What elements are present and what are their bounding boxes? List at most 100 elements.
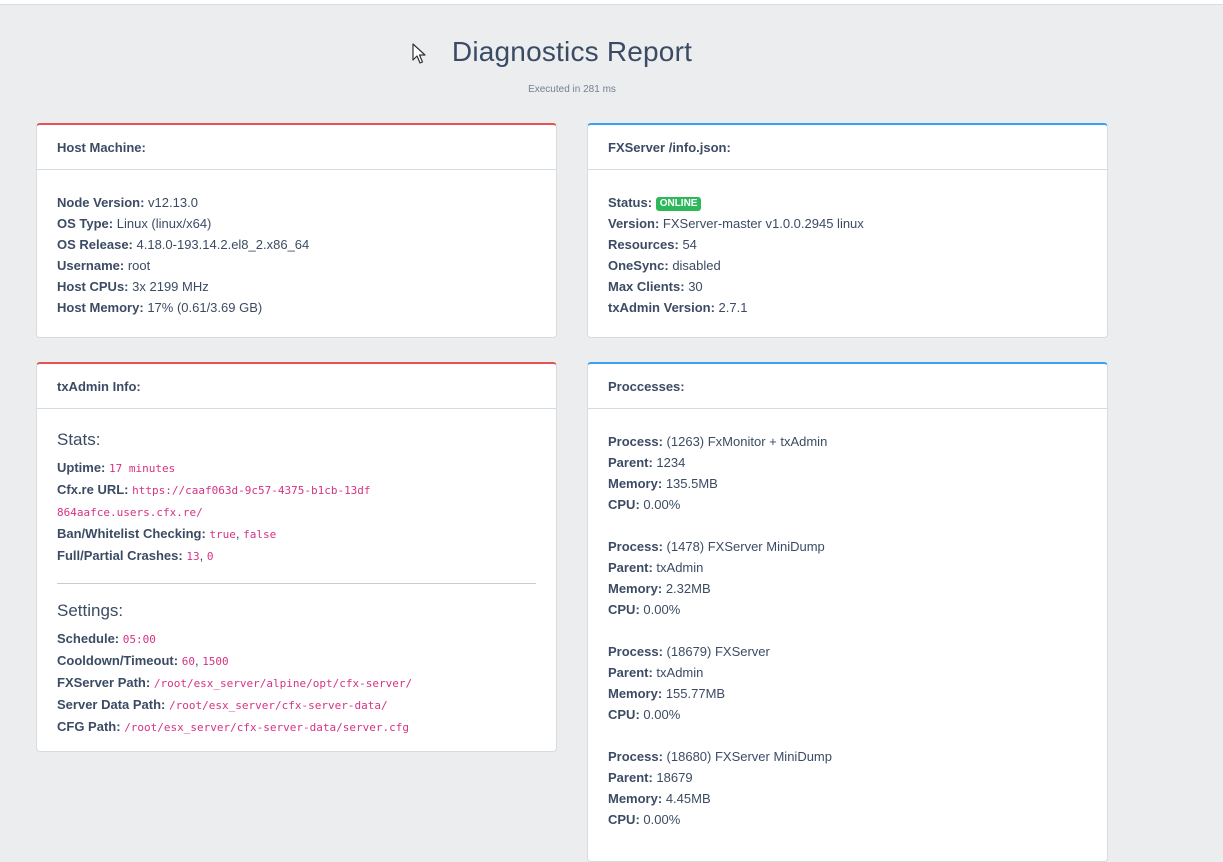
processes-body: Process: (1263) FxMonitor + txAdmin Pare…	[588, 409, 1107, 861]
uptime-row: Uptime: 17 minutes	[57, 457, 536, 479]
cfx-url-row: Cfx.re URL: https://caaf063d-9c57-4375-b…	[57, 479, 377, 523]
resources-row: Resources: 54	[608, 234, 1087, 255]
resources-value: 54	[682, 237, 697, 252]
host-memory-value: 17% (0.61/3.69 GB)	[147, 300, 263, 315]
section-divider	[57, 583, 536, 584]
memory-value: 2.32MB	[665, 581, 711, 596]
username-label: Username:	[57, 258, 125, 273]
cfg-path-value: /root/esx_server/cfx-server-data/server.…	[124, 721, 409, 734]
parent-value: 1234	[656, 455, 686, 470]
timeout-value: 1500	[202, 655, 229, 668]
os-release-label: OS Release:	[57, 237, 133, 252]
version-value: FXServer-master v1.0.0.2945 linux	[662, 216, 864, 231]
version-row: Version: FXServer-master v1.0.0.2945 lin…	[608, 213, 1087, 234]
cpu-row: CPU: 0.00%	[608, 704, 1087, 725]
version-label: Version:	[608, 216, 660, 231]
process-row: Process: (18679) FXServer	[608, 641, 1087, 662]
fxserver-info-body: Status: ONLINE Version: FXServer-master …	[588, 170, 1107, 328]
fxserver-info-header: FXServer /info.json:	[588, 125, 1107, 170]
uptime-value: 17 minutes	[109, 462, 176, 475]
process-value: (1263) FxMonitor + txAdmin	[666, 434, 828, 449]
process-item: Process: (1478) FXServer MiniDump Parent…	[608, 536, 1087, 620]
process-item: Process: (18679) FXServer Parent: txAdmi…	[608, 641, 1087, 725]
process-label: Process:	[608, 434, 663, 449]
resources-label: Resources:	[608, 237, 679, 252]
os-type-row: OS Type: Linux (linux/x64)	[57, 213, 536, 234]
cooldown-value: 60	[181, 655, 195, 668]
host-memory-row: Host Memory: 17% (0.61/3.69 GB)	[57, 297, 536, 318]
fxserver-path-row: FXServer Path: /root/esx_server/alpine/o…	[57, 672, 536, 694]
settings-heading: Settings:	[57, 601, 124, 620]
process-label: Process:	[608, 539, 663, 554]
whitelist-checking-value: false	[243, 528, 277, 541]
cpu-row: CPU: 0.00%	[608, 599, 1087, 620]
process-value: (18680) FXServer MiniDump	[666, 749, 832, 764]
process-label: Process:	[608, 749, 663, 764]
server-data-path-label: Server Data Path:	[57, 697, 166, 712]
process-row: Process: (18680) FXServer MiniDump	[608, 746, 1087, 767]
cpu-label: CPU:	[608, 812, 640, 827]
memory-value: 4.45MB	[665, 791, 711, 806]
host-cpus-label: Host CPUs:	[57, 279, 129, 294]
stats-heading: Stats:	[57, 430, 101, 449]
parent-label: Parent:	[608, 560, 653, 575]
host-cpus-row: Host CPUs: 3x 2199 MHz	[57, 276, 536, 297]
memory-value: 155.77MB	[665, 686, 726, 701]
cpu-label: CPU:	[608, 707, 640, 722]
txadmin-version-value: 2.7.1	[718, 300, 748, 315]
cfg-path-label: CFG Path:	[57, 719, 121, 734]
os-type-value: Linux (linux/x64)	[116, 216, 212, 231]
txadmin-info-card: txAdmin Info: Stats: Uptime: 17 minutes …	[36, 362, 557, 752]
parent-value: txAdmin	[656, 560, 704, 575]
status-row: Status: ONLINE	[608, 192, 1087, 213]
memory-row: Memory: 2.32MB	[608, 578, 1087, 599]
host-machine-card: Host Machine: Node Version: v12.13.0 OS …	[36, 123, 557, 338]
server-data-path-value: /root/esx_server/cfx-server-data/	[169, 699, 388, 712]
cpu-row: CPU: 0.00%	[608, 494, 1087, 515]
crashes-label: Full/Partial Crashes:	[57, 548, 183, 563]
parent-row: Parent: txAdmin	[608, 557, 1087, 578]
execution-time: Executed in 281 ms	[528, 84, 616, 95]
onesync-row: OneSync: disabled	[608, 255, 1087, 276]
memory-label: Memory:	[608, 686, 663, 701]
ban-whitelist-row: Ban/Whitelist Checking: true, false	[57, 526, 277, 541]
parent-value: txAdmin	[656, 665, 704, 680]
cpu-value: 0.00%	[643, 497, 681, 512]
schedule-value: 05:00	[122, 633, 156, 646]
memory-row: Memory: 135.5MB	[608, 473, 1087, 494]
os-type-label: OS Type:	[57, 216, 114, 231]
txadmin-version-label: txAdmin Version:	[608, 300, 715, 315]
host-cpus-value: 3x 2199 MHz	[132, 279, 209, 294]
username-value: root	[127, 258, 151, 273]
os-release-value: 4.18.0-193.14.2.el8_2.x86_64	[136, 237, 310, 252]
host-memory-label: Host Memory:	[57, 300, 144, 315]
memory-row: Memory: 4.45MB	[608, 788, 1087, 809]
fxserver-path-label: FXServer Path:	[57, 675, 151, 690]
node-version-row: Node Version: v12.13.0	[57, 192, 536, 213]
status-badge: ONLINE	[655, 197, 702, 211]
parent-label: Parent:	[608, 665, 653, 680]
schedule-label: Schedule:	[57, 631, 120, 646]
top-border	[0, 0, 1223, 5]
partial-crashes-value: 0	[206, 550, 214, 563]
fxserver-path-value: /root/esx_server/alpine/opt/cfx-server/	[153, 677, 413, 690]
parent-row: Parent: 1234	[608, 452, 1087, 473]
processes-card: Proccesses: Process: (1263) FxMonitor + …	[587, 362, 1108, 862]
cpu-row: CPU: 0.00%	[608, 809, 1087, 830]
os-release-row: OS Release: 4.18.0-193.14.2.el8_2.x86_64	[57, 234, 536, 255]
process-row: Process: (1263) FxMonitor + txAdmin	[608, 431, 1087, 452]
server-data-path-row: Server Data Path: /root/esx_server/cfx-s…	[57, 694, 536, 716]
crashes-row: Full/Partial Crashes: 13, 0	[57, 548, 214, 563]
process-item: Process: (1263) FxMonitor + txAdmin Pare…	[608, 431, 1087, 515]
status-label: Status:	[608, 195, 653, 210]
txadmin-info-header: txAdmin Info:	[37, 364, 556, 409]
process-value: (18679) FXServer	[666, 644, 770, 659]
parent-row: Parent: 18679	[608, 767, 1087, 788]
cooldown-label: Cooldown/Timeout:	[57, 653, 179, 668]
node-version-label: Node Version:	[57, 195, 145, 210]
uptime-label: Uptime:	[57, 460, 106, 475]
process-value: (1478) FXServer MiniDump	[666, 539, 825, 554]
cooldown-row: Cooldown/Timeout: 60, 1500	[57, 653, 229, 668]
memory-label: Memory:	[608, 791, 663, 806]
onesync-label: OneSync:	[608, 258, 669, 273]
